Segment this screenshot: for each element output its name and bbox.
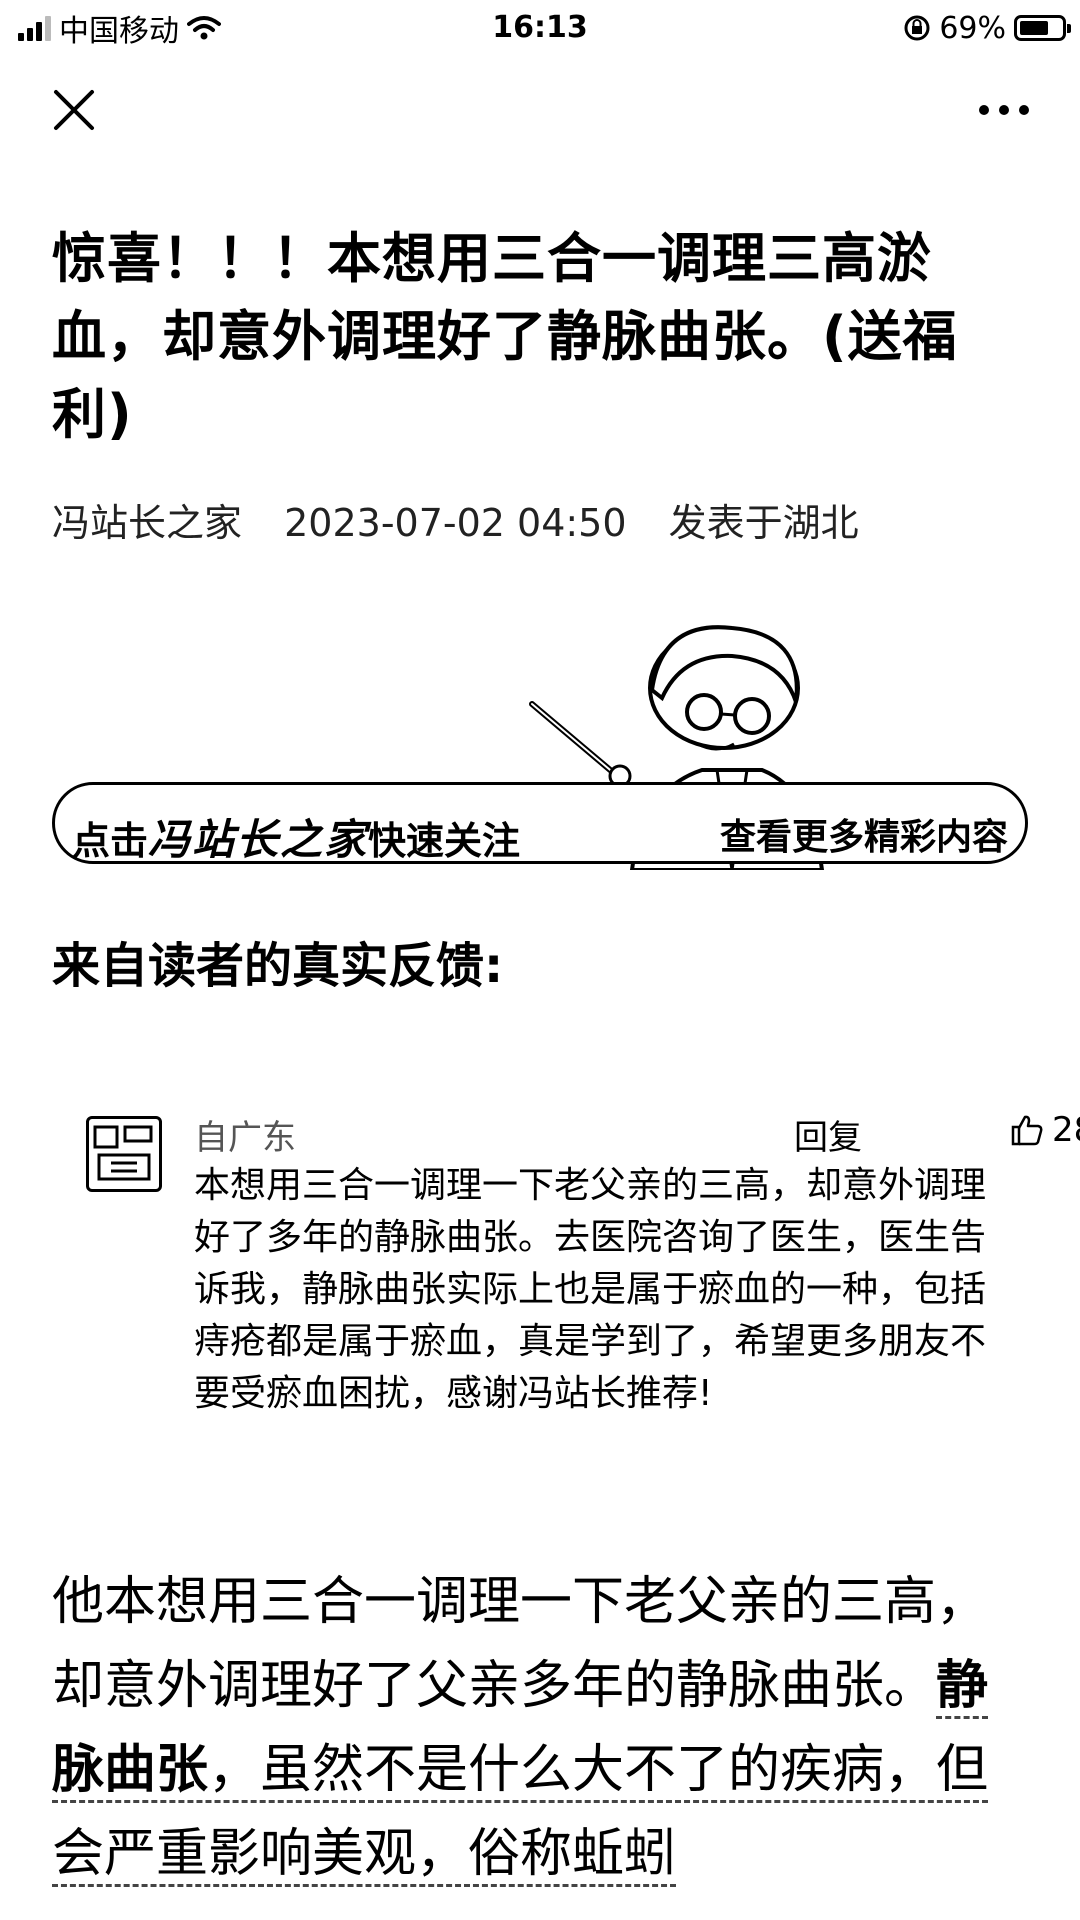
banner-suffix: 快速关注 [368,819,521,863]
orientation-lock-icon [904,15,930,41]
status-bar: 中国移动 16:13 69% [0,0,1080,56]
publish-datetime: 2023-07-02 04:50 [284,501,627,545]
battery-icon [1014,15,1071,41]
comment-user-location: 自广东 [194,1118,296,1158]
follow-banner[interactable]: 点击冯站长之家快速关注 查看更多精彩内容 [52,620,1028,870]
section-heading: 来自读者的真实反馈: [52,938,504,994]
close-icon[interactable] [52,88,96,132]
like-count: 28 [1052,1110,1080,1150]
avatar[interactable] [86,1116,162,1192]
author-link[interactable]: 冯站长之家 [52,501,242,545]
status-right: 69% [903,6,1071,50]
banner-follow-text[interactable]: 点击冯站长之家快速关注 [72,806,520,867]
banner-brand: 冯站长之家 [148,815,369,864]
more-icon[interactable] [974,92,1034,128]
publish-location: 发表于湖北 [668,501,859,545]
like-button[interactable]: 28 [1010,1110,1080,1150]
battery-percent: 69% [939,10,1006,46]
banner-more-text[interactable]: 查看更多精彩内容 [720,808,1008,860]
reply-button[interactable]: 回复 [794,1110,862,1159]
paragraph-text: 他本想用三合一调理一下老父亲的三高，却意外调理好了父亲多年的静脉曲张。 [52,1572,989,1716]
article-title: 惊喜！！！本想用三合一调理三高淤血，却意外调理好了静脉曲张。(送福利) [52,227,958,446]
comment-text: 本想用三合一调理一下老父亲的三高，却意外调理好了多年的静脉曲张。去医院咨询了医生… [194,1165,987,1414]
comment-header: 自广东 回复 28 [194,1110,1080,1158]
article-meta: 冯站长之家 2023-07-02 04:50 发表于湖北 [52,492,889,547]
banner-prefix: 点击 [72,819,149,863]
thumbs-up-icon [1011,1115,1043,1146]
paragraph-continued-a: ，虽然不是什么大不了的 [208,1740,781,1800]
article-paragraph: 他本想用三合一调理一下老父亲的三高，却意外调理好了父亲多年的静脉曲张。静脉曲张，… [52,1560,1012,1896]
